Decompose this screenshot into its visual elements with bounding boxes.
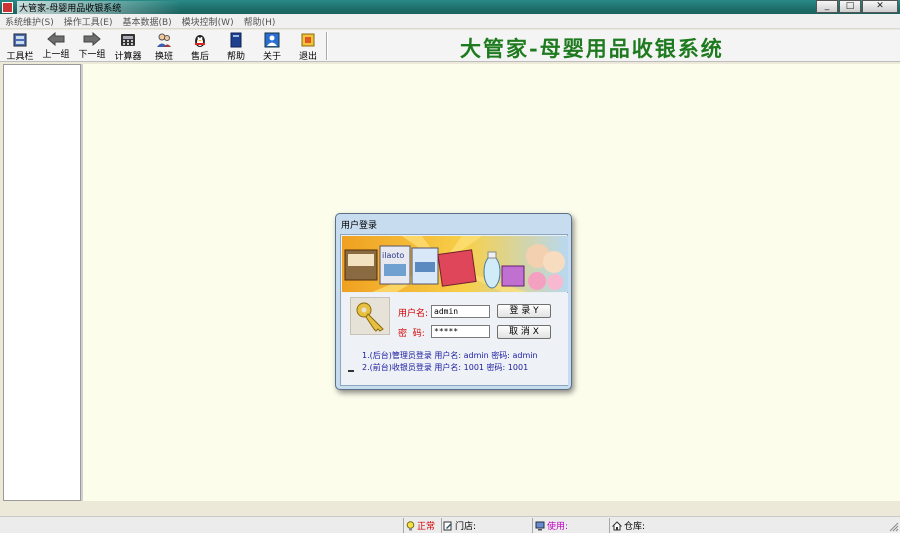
toolbar: 工具栏 上一组 下一组 计算器 换班 售后 帮助 关于 退出 大管家-母婴用品收… (0, 30, 900, 62)
status-divider (441, 518, 442, 533)
admin-login-hint: 1.(后台)管理员登录 用户名: admin 密码: admin (362, 351, 538, 360)
toolbar-button-label: 退出 (298, 52, 317, 62)
toolbar-button-about[interactable]: 关于 (254, 32, 290, 62)
toolbar-button-label: 下一组 (78, 50, 106, 60)
cashier-login-hint: 2.(前台)收银员登录 用户名: 1001 密码: 1001 (362, 363, 529, 372)
key-icon (350, 297, 390, 335)
toolbar-button-label: 关于 (262, 52, 281, 62)
app-icon (2, 1, 13, 13)
window-controls: _ □ ✕ (816, 0, 898, 13)
exit-icon (299, 32, 317, 48)
username-label: 用户名: (398, 309, 429, 319)
toolbar-button-label: 帮助 (226, 52, 245, 62)
maximize-button[interactable]: □ (839, 0, 861, 13)
toolbar-separator (326, 32, 328, 60)
resize-grip-icon[interactable] (889, 522, 899, 532)
user-indicator: 使用: (535, 519, 568, 532)
about-user-icon (263, 32, 281, 48)
user-computer-icon (535, 521, 545, 531)
calculator-icon (119, 32, 137, 48)
toolbar-button-label: 计算器 (114, 52, 142, 62)
menu-operation-tools[interactable]: 操作工具(E) (59, 15, 118, 28)
warehouse-label: 仓库: (624, 522, 646, 532)
toolbar-button-shift-change[interactable]: 换班 (146, 32, 182, 62)
status-divider (403, 518, 404, 533)
title-bar: 大管家-母婴用品收银系统 _ □ ✕ (0, 0, 900, 14)
lightbulb-icon (405, 520, 415, 531)
store-label: 门店: (455, 522, 477, 532)
username-field[interactable]: admin (431, 305, 490, 318)
menu-bar: 系统维护(S) 操作工具(E) 基本数据(B) 模块控制(W) 帮助(H) (0, 14, 900, 29)
qq-penguin-icon (191, 32, 209, 48)
login-button[interactable]: 登 录 Y (497, 304, 551, 318)
promo-banner-image: ilaoto (342, 236, 568, 292)
toolbar-icon (11, 32, 29, 48)
login-form: 用户名: admin 密 码: ***** 登 录 Y 取 消 X 1.(后台)… (342, 293, 568, 385)
store-indicator: 门店: (443, 519, 476, 532)
toolbar-button-label: 售后 (190, 52, 209, 62)
arrow-left-icon (47, 32, 65, 46)
toolbar-button-prev-group[interactable]: 上一组 (38, 32, 74, 60)
status-divider (532, 518, 533, 533)
toolbar-button-next-group[interactable]: 下一组 (74, 32, 110, 60)
menu-help[interactable]: 帮助(H) (239, 15, 281, 28)
toolbar-button-exit[interactable]: 退出 (290, 32, 326, 62)
menu-module-control[interactable]: 模块控制(W) (177, 15, 239, 28)
window-title: 大管家-母婴用品收银系统 (17, 0, 182, 14)
toolbar-button-label: 上一组 (42, 50, 70, 60)
toolbar-button-label: 换班 (154, 52, 173, 62)
password-label: 密 码: (398, 329, 425, 339)
home-icon (612, 520, 622, 531)
toolbar-button-help[interactable]: 帮助 (218, 32, 254, 62)
status-divider (609, 518, 610, 533)
left-navigation-panel[interactable] (3, 64, 81, 501)
status-text: 正常 (417, 522, 436, 532)
dialog-small-dash (348, 370, 354, 372)
dialog-body: ilaoto 用户名: admin 密 码: ***** 登 录 Y 取 消 X… (340, 234, 568, 386)
cancel-button[interactable]: 取 消 X (497, 325, 551, 339)
arrow-right-icon (83, 32, 101, 46)
edit-document-icon (443, 521, 453, 531)
help-book-icon (227, 32, 245, 48)
menu-basic-data[interactable]: 基本数据(B) (117, 15, 176, 28)
user-label: 使用: (547, 522, 569, 532)
login-dialog: 用户登录 ilaoto 用户名: admin 密 码: ***** 登 录 Y … (335, 213, 572, 390)
users-icon (155, 32, 173, 48)
toolbar-button-label: 工具栏 (6, 52, 34, 62)
app-banner-title: 大管家-母婴用品收银系统 (460, 36, 724, 61)
menu-system-maintenance[interactable]: 系统维护(S) (0, 15, 59, 28)
status-bar: 正常 门店: 使用: 仓库: (0, 516, 900, 533)
status-indicator: 正常 (405, 519, 435, 532)
toolbar-button-toolbar[interactable]: 工具栏 (2, 32, 38, 62)
warehouse-indicator: 仓库: (612, 519, 645, 532)
dialog-title: 用户登录 (341, 221, 378, 231)
password-field[interactable]: ***** (431, 325, 490, 338)
toolbar-button-after-sales[interactable]: 售后 (182, 32, 218, 62)
promo-brand-text: ilaoto (382, 251, 404, 260)
toolbar-button-calculator[interactable]: 计算器 (110, 32, 146, 62)
minimize-button[interactable]: _ (816, 0, 838, 13)
close-button[interactable]: ✕ (862, 0, 898, 13)
